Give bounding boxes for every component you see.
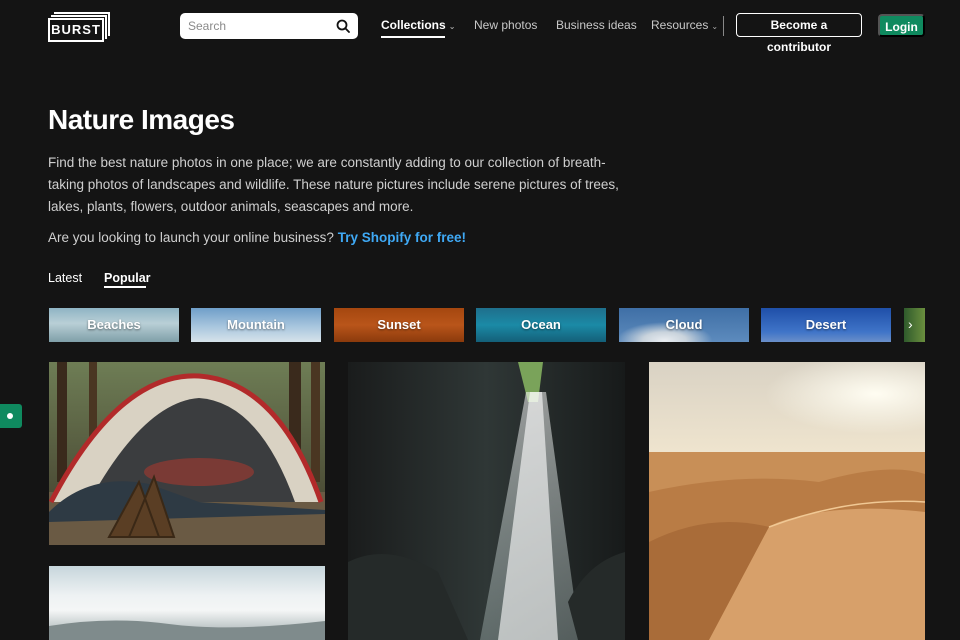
category-desert[interactable]: Desert (761, 308, 891, 342)
chevron-down-icon: ⌄ (711, 22, 719, 31)
site-header: BURST Collections⌄ New photos Business i… (0, 0, 960, 54)
chevron-down-icon: ⌄ (448, 22, 456, 31)
category-ocean[interactable]: Ocean (476, 308, 606, 342)
promo-line: Are you looking to launch your online bu… (48, 230, 466, 245)
cave-photo-image (348, 362, 625, 640)
page-description: Find the best nature photos in one place… (48, 155, 619, 214)
feedback-dot-icon (7, 413, 13, 419)
category-label: Ocean (521, 317, 561, 332)
category-label: Mountain (227, 317, 285, 332)
search-icon[interactable] (336, 19, 350, 33)
nav-business-ideas-label: Business ideas (556, 18, 637, 32)
category-label: Sunset (377, 317, 421, 332)
nav-collections[interactable]: Collections ⌄ (381, 18, 455, 32)
photo-tent-camping[interactable] (49, 362, 325, 545)
nav-divider (723, 16, 724, 36)
category-mountain[interactable]: Mountain (191, 308, 321, 342)
try-shopify-link[interactable]: Try Shopify for free! (338, 230, 466, 245)
nav-business-ideas[interactable]: Business ideas (556, 18, 637, 32)
category-next-button[interactable]: › (904, 308, 925, 342)
search-input[interactable] (180, 13, 330, 39)
tent-photo-image (49, 362, 325, 545)
category-sunset[interactable]: Sunset (334, 308, 464, 342)
nav-collections-label: Collections (381, 18, 446, 32)
desert-photo-image (649, 362, 925, 640)
burst-logo[interactable]: BURST (48, 12, 110, 42)
nav-active-underline (381, 36, 445, 38)
category-cloud[interactable]: Cloud (619, 308, 749, 342)
photo-misty-landscape[interactable] (49, 566, 325, 640)
nav-resources-label: Resources (651, 18, 709, 32)
nav-new-photos[interactable]: New photos (474, 18, 537, 32)
logo-text: BURST (48, 18, 104, 42)
nav-new-photos-label: New photos (474, 18, 538, 32)
category-label: Cloud (665, 317, 703, 332)
promo-text: Are you looking to launch your online bu… (48, 230, 334, 245)
category-label: Beaches (87, 317, 141, 332)
chevron-right-icon: › (908, 316, 913, 332)
become-contributor-button[interactable]: Become a contributor (736, 13, 862, 54)
category-label: Desert (805, 317, 847, 332)
tab-active-underline (104, 286, 146, 288)
page-title: Nature Images (48, 104, 235, 135)
tab-popular[interactable]: Popular (104, 271, 151, 285)
search-bar[interactable] (180, 13, 358, 39)
tab-latest[interactable]: Latest (48, 271, 82, 285)
nav-resources[interactable]: Resources ⌄ (651, 18, 718, 32)
misty-photo-image (49, 620, 325, 640)
photo-cave-waterfall[interactable] (348, 362, 625, 640)
feedback-tab[interactable] (0, 404, 22, 428)
login-button[interactable]: Login (878, 14, 925, 37)
photo-desert-dunes[interactable] (649, 362, 925, 640)
category-beaches[interactable]: Beaches (49, 308, 179, 342)
